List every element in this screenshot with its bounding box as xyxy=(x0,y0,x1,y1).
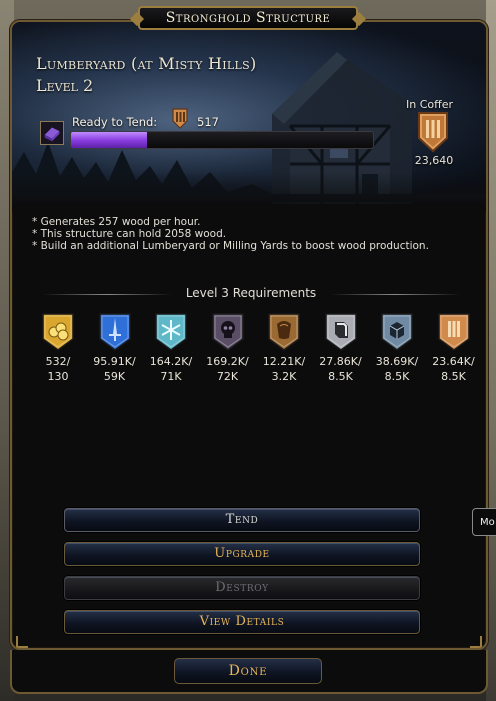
skull-icon xyxy=(211,313,244,351)
wood-icon xyxy=(172,108,188,129)
side-tab[interactable]: Mo xyxy=(472,508,496,536)
requirement-amount: 12.21K/3.2K xyxy=(260,354,308,384)
structure-name: Lumberyard (at Misty Hills) xyxy=(36,54,257,73)
structure-level: Level 2 xyxy=(36,76,94,95)
requirements-heading: Level 3 Requirements xyxy=(185,286,317,300)
blue-sword-icon xyxy=(98,313,131,351)
structure-description: * Generates 257 wood per hour. * This st… xyxy=(32,216,472,252)
requirement-needed: 8.5K xyxy=(328,370,353,383)
requirement-current: 532/ xyxy=(45,355,71,368)
coffer-value: 23,640 xyxy=(414,154,454,167)
requirement-current: 12.21K/ xyxy=(262,355,306,368)
wood-icon xyxy=(437,313,470,351)
ready-to-tend-label: Ready to Tend: xyxy=(72,115,158,129)
requirement-needed: 59K xyxy=(103,370,126,383)
ready-to-tend-value: 517 xyxy=(197,115,219,129)
destroy-button[interactable]: Destroy xyxy=(64,576,420,600)
requirement-item[interactable]: 164.2K/71K xyxy=(147,312,195,384)
tend-progress-fill xyxy=(71,132,147,148)
requirement-current: 27.86K/ xyxy=(319,355,362,368)
requirement-amount: 38.69K/8.5K xyxy=(373,354,421,384)
requirement-amount: 95.91K/59K xyxy=(91,354,139,384)
upgrade-button[interactable]: Upgrade xyxy=(64,542,420,566)
requirement-current: 38.69K/ xyxy=(375,355,419,368)
requirement-amount: 27.86K/8.5K xyxy=(317,354,365,384)
requirement-amount: 169.2K/72K xyxy=(204,354,252,384)
coffer-wood-icon xyxy=(418,112,448,153)
requirement-needed: 3.2K xyxy=(271,370,297,383)
tend-progress-bar xyxy=(70,131,374,149)
requirement-current: 164.2K/ xyxy=(149,355,193,368)
view-details-button[interactable]: View Details xyxy=(64,610,420,634)
requirement-item[interactable]: 12.21K/3.2K xyxy=(260,312,308,384)
gold-coins-icon xyxy=(42,313,74,351)
requirement-item[interactable]: 95.91K/59K xyxy=(91,312,139,384)
requirement-amount: 164.2K/71K xyxy=(147,354,195,384)
snowflake-icon xyxy=(155,313,187,351)
requirements-list: 532/130 95.91K/59K 164.2K/71K 169.2K/72K 12.… xyxy=(34,312,475,392)
requirement-amount: 23.64K/8.5K xyxy=(430,354,478,384)
description-line: * Generates 257 wood per hour. xyxy=(32,216,201,228)
done-button[interactable]: Done xyxy=(174,658,322,684)
description-line: * This structure can hold 2058 wood. xyxy=(32,228,227,240)
stone-icon xyxy=(381,313,413,351)
requirement-item[interactable]: 532/130 xyxy=(34,312,82,384)
requirement-item[interactable]: 169.2K/72K xyxy=(204,312,252,384)
requirement-current: 95.91K/ xyxy=(93,355,136,368)
requirement-current: 23.64K/ xyxy=(432,355,475,368)
requirement-item[interactable]: 23.64K/8.5K xyxy=(430,312,478,384)
banner-fade xyxy=(12,172,486,212)
corner-ornament xyxy=(470,636,482,648)
stronghold-structure-panel: Lumberyard (at Misty Hills) Level 2 Read… xyxy=(10,20,488,650)
requirement-needed: 72K xyxy=(216,370,239,383)
tend-button[interactable]: Tend xyxy=(64,508,420,532)
requirement-amount: 532/130 xyxy=(34,354,82,384)
window-title: Stronghold Structure xyxy=(138,6,358,30)
tend-item-icon[interactable] xyxy=(40,121,64,145)
requirement-needed: 8.5K xyxy=(441,370,466,383)
requirement-current: 169.2K/ xyxy=(206,355,249,368)
corner-ornament xyxy=(16,636,28,648)
requirement-needed: 130 xyxy=(47,370,69,383)
iron-icon xyxy=(324,313,357,351)
requirement-needed: 8.5K xyxy=(384,370,410,383)
requirement-needed: 71K xyxy=(160,370,182,383)
description-line: * Build an additional Lumberyard or Mill… xyxy=(32,240,429,252)
requirement-item[interactable]: 38.69K/8.5K xyxy=(373,312,421,384)
leather-icon xyxy=(268,313,300,351)
requirement-item[interactable]: 27.86K/8.5K xyxy=(317,312,365,384)
